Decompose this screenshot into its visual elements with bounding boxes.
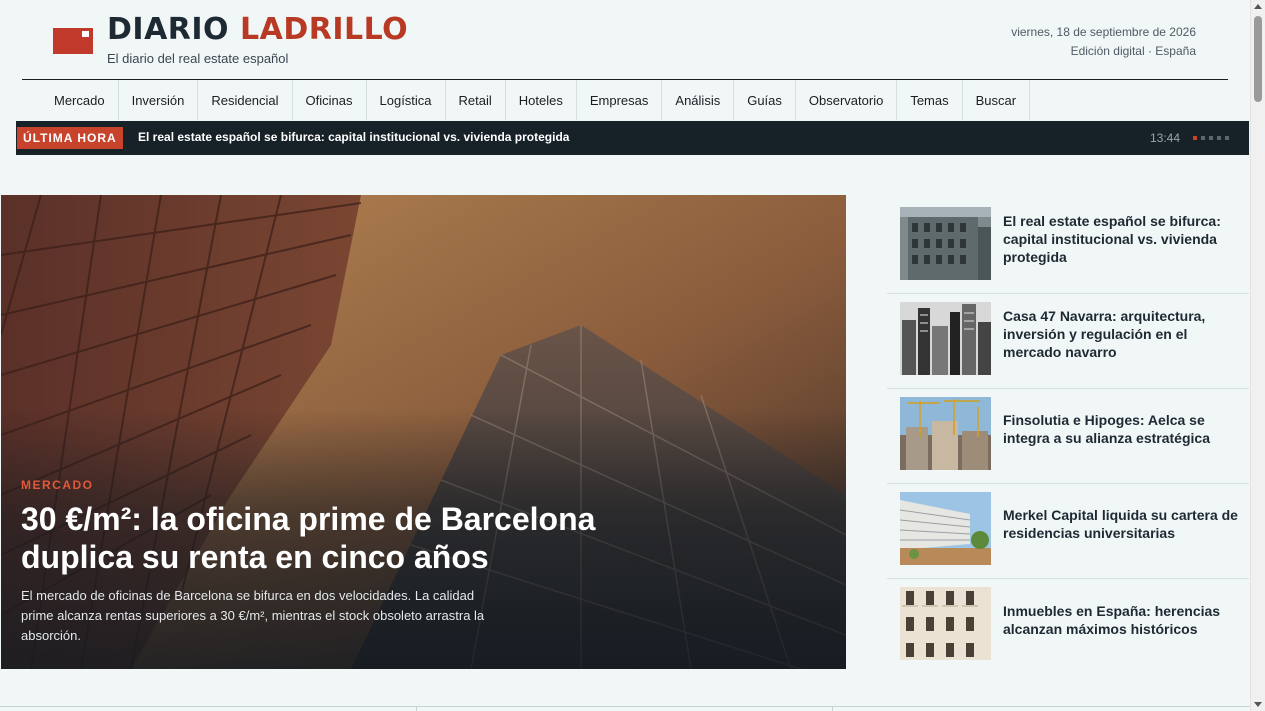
nav-item-logistica[interactable]: Logística — [367, 80, 446, 120]
scroll-up-arrow-icon[interactable] — [1254, 4, 1262, 9]
brand-part-1: DIARIO — [107, 12, 230, 47]
hero-title[interactable]: 30 €/m²: la oficina prime de Barcelona d… — [21, 500, 661, 576]
side-story-thumbnail[interactable] — [900, 587, 991, 660]
side-story-title[interactable]: Inmuebles en España: herencias alcanzan … — [1003, 579, 1243, 660]
hero-story[interactable]: MERCADO 30 €/m²: la oficina prime de Bar… — [1, 195, 846, 669]
pager-dot[interactable] — [1201, 136, 1205, 140]
side-story-thumbnail[interactable] — [900, 397, 991, 470]
page: DIARIO LADRILLO El diario del real estat… — [0, 0, 1250, 711]
nav-item-residencial[interactable]: Residencial — [198, 80, 293, 120]
side-story-title[interactable]: Casa 47 Navarra: arquitectura, inversión… — [1003, 294, 1243, 374]
hero-kicker[interactable]: MERCADO — [21, 478, 94, 492]
nav-item-mercado[interactable]: Mercado — [22, 80, 119, 120]
breaking-pager — [1193, 136, 1229, 140]
hero-summary: El mercado de oficinas de Barcelona se b… — [21, 588, 485, 643]
next-section-edge — [0, 706, 1250, 711]
site-header: DIARIO LADRILLO El diario del real estat… — [22, 0, 1228, 80]
side-story-title[interactable]: Merkel Capital liquida su cartera de res… — [1003, 484, 1243, 564]
site-tagline: El diario del real estate español — [107, 51, 289, 66]
nav-item-empresas[interactable]: Empresas — [577, 80, 663, 120]
breaking-time: 13:44 — [1150, 131, 1181, 145]
side-story[interactable]: El real estate español se bifurca: capit… — [887, 199, 1249, 294]
scroll-down-arrow-icon[interactable] — [1254, 702, 1262, 707]
breaking-headline[interactable]: El real estate español se bifurca: capit… — [138, 130, 569, 144]
nav-item-inversion[interactable]: Inversión — [119, 80, 199, 120]
side-story[interactable]: Inmuebles en España: herencias alcanzan … — [887, 579, 1249, 674]
scrollbar-thumb[interactable] — [1254, 16, 1262, 102]
main-nav: Mercado Inversión Residencial Oficinas L… — [22, 80, 1031, 120]
side-story-list: El real estate español se bifurca: capit… — [887, 199, 1249, 674]
column-divider — [832, 707, 833, 711]
pager-dot[interactable] — [1193, 136, 1197, 140]
nav-item-oficinas[interactable]: Oficinas — [293, 80, 367, 120]
side-story-thumbnail[interactable] — [900, 302, 991, 375]
nav-item-buscar[interactable]: Buscar — [963, 80, 1031, 120]
breaking-news-bar: ÚLTIMA HORA El real estate español se bi… — [16, 121, 1249, 155]
side-story[interactable]: Merkel Capital liquida su cartera de res… — [887, 484, 1249, 579]
brand-part-2: LADRILLO — [240, 12, 409, 47]
side-story-thumbnail[interactable] — [900, 492, 991, 565]
nav-item-retail[interactable]: Retail — [446, 80, 506, 120]
side-story[interactable]: Finsolutia e Hipoges: Aelca se integra a… — [887, 389, 1249, 484]
nav-item-temas[interactable]: Temas — [897, 80, 963, 120]
nav-item-observatorio[interactable]: Observatorio — [796, 80, 898, 120]
side-story-thumbnail[interactable] — [900, 207, 991, 280]
brick-logo-icon[interactable] — [53, 28, 93, 54]
side-story-title[interactable]: Finsolutia e Hipoges: Aelca se integra a… — [1003, 389, 1243, 469]
site-logo[interactable]: DIARIO LADRILLO — [107, 12, 408, 47]
current-date: viernes, 18 de septiembre de 2026 — [1011, 25, 1196, 39]
nav-item-guias[interactable]: Guías — [734, 80, 796, 120]
pager-dot[interactable] — [1209, 136, 1213, 140]
nav-item-hoteles[interactable]: Hoteles — [506, 80, 577, 120]
pager-dot[interactable] — [1217, 136, 1221, 140]
side-story[interactable]: Casa 47 Navarra: arquitectura, inversión… — [887, 294, 1249, 389]
side-story-title[interactable]: El real estate español se bifurca: capit… — [1003, 199, 1243, 279]
edition-label: Edición digital · España — [1070, 44, 1196, 58]
pager-dot[interactable] — [1225, 136, 1229, 140]
column-divider — [416, 707, 417, 711]
nav-item-analisis[interactable]: Análisis — [662, 80, 735, 120]
breaking-badge: ÚLTIMA HORA — [17, 127, 123, 149]
page-scrollbar[interactable] — [1250, 0, 1265, 711]
